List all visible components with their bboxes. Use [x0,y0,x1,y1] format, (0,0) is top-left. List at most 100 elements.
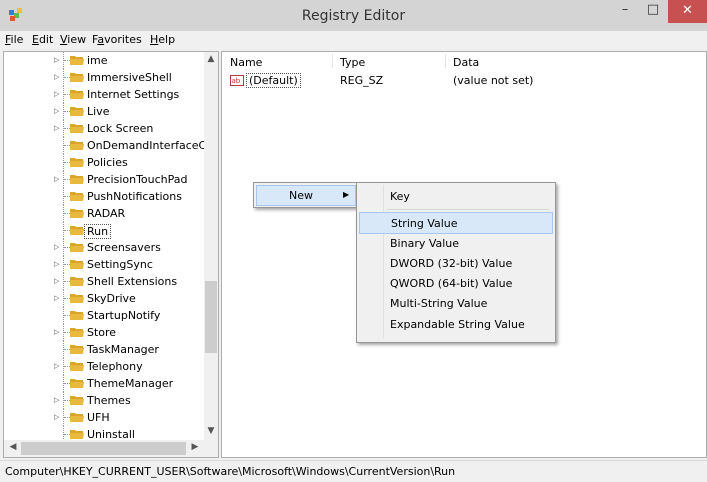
column-header-data[interactable]: Data [453,56,479,69]
tree-item[interactable]: ▷ Internet Settings [4,86,204,103]
submenu-item-multi-string-value-label: Multi-String Value [390,297,488,310]
submenu-item-expandable-string-value[interactable]: Expandable String Value [359,314,551,334]
menu-edit-mnemonic: E [32,33,39,46]
tree-item[interactable]: ▷ ime [4,52,204,69]
context-menu-new-item[interactable]: New ▶ [256,185,356,206]
tree-item[interactable]: ▷ SettingSync [4,256,204,273]
menu-view[interactable]: View [60,33,86,46]
folder-icon [70,107,84,116]
tree-item[interactable]: ▷ Live [4,103,204,120]
menu-favorites[interactable]: Favorites [92,33,142,46]
submenu-item-binary-value-label: Binary Value [390,237,460,250]
tree-item-label: Lock Screen [87,122,154,135]
tree-item-label: Policies [87,156,128,169]
context-menu: New ▶ [253,182,358,208]
submenu-item-key[interactable]: Key [359,186,551,206]
column-separator[interactable] [332,54,333,68]
tree-item-label: Screensavers [87,241,161,254]
tree-item-label: Run [84,224,112,239]
tree-item[interactable]: ▷ SkyDrive [4,290,204,307]
submenu-arrow-icon: ▶ [343,190,350,199]
tree-item[interactable]: StartupNotify [4,307,204,324]
folder-icon [70,396,84,405]
title-bar[interactable]: Registry Editor – □ ✕ [0,0,707,31]
menu-help[interactable]: Help [150,33,175,46]
folder-icon [70,328,84,337]
folder-icon [70,260,84,269]
folder-icon [70,209,84,218]
tree-item[interactable]: ▷ Themes [4,392,204,409]
expand-arrow-icon[interactable]: ▷ [54,103,62,120]
folder-icon [70,311,84,320]
submenu-item-binary-value[interactable]: Binary Value [359,233,551,253]
value-data-cell: (value not set) [453,74,534,87]
tree-item[interactable]: TaskManager [4,341,204,358]
tree-item[interactable]: ▷ Screensavers [4,239,204,256]
expand-arrow-icon[interactable]: ▷ [54,120,62,137]
scroll-down-arrow-icon[interactable]: ▼ [204,426,218,436]
menu-file[interactable]: File [5,33,23,46]
column-separator[interactable] [445,54,446,68]
status-bar: Computer\HKEY_CURRENT_USER\Software\Micr… [0,460,707,482]
tree-item-label: ime [87,54,108,67]
submenu-item-qword-value[interactable]: QWORD (64-bit) Value [359,273,551,293]
minimize-button[interactable]: – [612,0,638,21]
tree-item-label: Themes [87,394,131,407]
tree-horizontal-scroll-thumb[interactable] [21,442,186,455]
submenu-item-dword-value[interactable]: DWORD (32-bit) Value [359,253,551,273]
expand-arrow-icon[interactable]: ▷ [54,324,62,341]
scroll-up-arrow-icon[interactable]: ▲ [204,54,218,64]
menu-edit-label: dit [38,33,54,46]
expand-arrow-icon[interactable]: ▷ [54,239,62,256]
menu-edit[interactable]: Edit [32,33,53,46]
tree-item[interactable]: ▷ ImmersiveShell [4,69,204,86]
column-header-type[interactable]: Type [340,56,365,69]
tree-item[interactable]: Policies [4,154,204,171]
tree-item[interactable]: PushNotifications [4,188,204,205]
close-button[interactable]: ✕ [668,0,707,23]
expand-arrow-icon[interactable]: ▷ [54,256,62,273]
tree-item[interactable]: RADAR [4,205,204,222]
tree-item[interactable]: OnDemandInterfaceCac [4,137,218,154]
expand-arrow-icon[interactable]: ▷ [54,273,62,290]
scroll-right-arrow-icon[interactable]: ▶ [188,442,202,452]
submenu-item-expandable-string-value-label: Expandable String Value [390,318,525,331]
tree-item[interactable]: ▷ Telephony [4,358,204,375]
expand-arrow-icon[interactable]: ▷ [54,52,62,69]
submenu-item-dword-value-label: DWORD (32-bit) Value [390,257,513,270]
tree-item[interactable]: ▷ Shell Extensions [4,273,204,290]
folder-icon [70,379,84,388]
tree-item[interactable]: ▷ UFH [4,409,204,426]
tree-vertical-scrollbar[interactable]: ▲ ▼ [204,52,218,440]
tree-item[interactable]: ▷ Lock Screen [4,120,204,137]
expand-arrow-icon[interactable]: ▷ [54,69,62,86]
tree-item[interactable]: ThemeManager [4,375,204,392]
folder-icon [70,175,84,184]
tree-item[interactable]: ▷ Store [4,324,204,341]
expand-arrow-icon[interactable]: ▷ [54,171,62,188]
expand-arrow-icon[interactable]: ▷ [54,290,62,307]
value-row-default[interactable]: ab (Default) REG_SZ (value not set) [222,72,706,89]
tree-item-label: Shell Extensions [87,275,178,288]
submenu-item-multi-string-value[interactable]: Multi-String Value [359,293,551,313]
submenu-item-key-label: Key [390,190,410,203]
window-title: Registry Editor [301,8,406,24]
tree-item[interactable]: Run [4,222,204,239]
maximize-button[interactable]: □ [640,0,666,21]
tree-item-label: Telephony [87,360,143,373]
expand-arrow-icon[interactable]: ▷ [54,86,62,103]
value-name-cell: (Default) [246,73,301,88]
folder-icon [70,56,84,65]
tree-horizontal-scrollbar[interactable]: ◀ ▶ [4,440,218,457]
submenu-item-string-value[interactable]: String Value [359,212,553,234]
tree-item[interactable]: ▷ PrecisionTouchPad [4,171,204,188]
expand-arrow-icon[interactable]: ▷ [54,392,62,409]
tree-item-label: ImmersiveShell [87,71,172,84]
tree-vertical-scroll-thumb[interactable] [205,281,217,353]
column-header-name[interactable]: Name [230,56,262,69]
scroll-left-arrow-icon[interactable]: ◀ [6,442,20,452]
registry-tree-pane[interactable]: ▷ ime ▷ ImmersiveShell ▷ Internet Settings ▷ Li… [3,51,219,458]
tree-item-label: SkyDrive [87,292,136,305]
expand-arrow-icon[interactable]: ▷ [54,358,62,375]
expand-arrow-icon[interactable]: ▷ [54,409,62,426]
